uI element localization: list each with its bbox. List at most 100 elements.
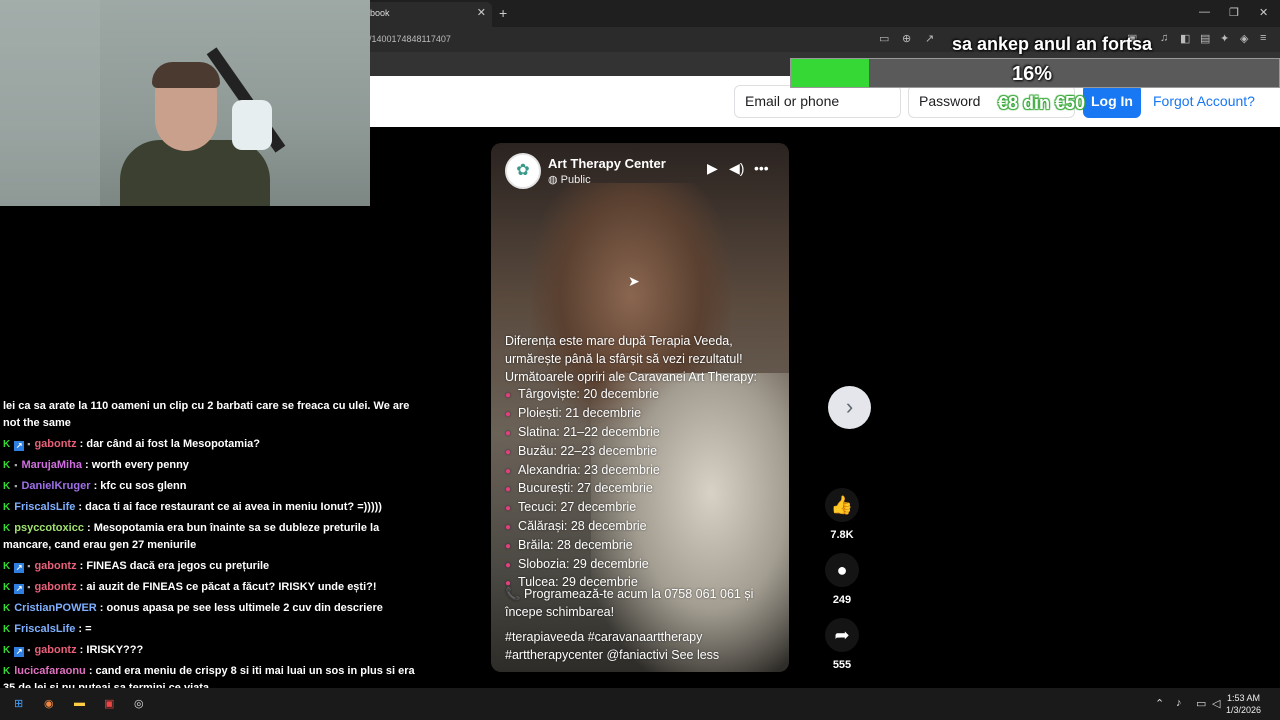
next-video-button[interactable]: ›	[828, 386, 871, 429]
chat-username[interactable]: gabontz	[34, 581, 76, 593]
gift-badge-icon: ▪	[27, 582, 31, 592]
shield-icon[interactable]: ◈	[1240, 32, 1248, 45]
chat-message-text: : oonus apasa pe see less ultimele 2 cuv…	[96, 602, 383, 614]
chat-message: K FriscalsLife : daca ti ai face restaura…	[3, 499, 429, 516]
tab-close-icon[interactable]: ✕	[477, 2, 486, 25]
chat-message-text: : IRISKY???	[76, 644, 144, 656]
comment-icon[interactable]: ●	[825, 553, 859, 587]
start-icon[interactable]: ⊞	[14, 697, 23, 710]
chat-username[interactable]: FriscalsLife	[14, 623, 75, 635]
tray-chevron-icon[interactable]: ⌃	[1155, 697, 1164, 710]
url-field[interactable]: /1400174848117407	[369, 34, 451, 44]
login-button[interactable]: Log In	[1083, 84, 1141, 118]
folder-icon[interactable]: ▬	[74, 697, 85, 709]
caravan-stop: ● București: 27 decembrie	[505, 480, 777, 499]
chat-username[interactable]: gabontz	[34, 438, 76, 450]
chat-username[interactable]: gabontz	[34, 560, 76, 572]
post-caption: Diferența este mare după Terapia Veeda, …	[505, 333, 777, 593]
location-pin-icon: ●	[505, 427, 512, 439]
like-action[interactable]: 👍 7.8K	[824, 488, 860, 541]
chrome-icon[interactable]: ◉	[44, 697, 54, 710]
chat-username[interactable]: DanielKruger	[21, 480, 90, 492]
ai-icon[interactable]: ✦	[1220, 32, 1229, 45]
browser-tab[interactable]: book ✕	[360, 2, 492, 27]
chat-message-text: : FINEAS dacă era jegos cu prețurile	[76, 560, 270, 572]
kick-badge-icon: K	[3, 582, 11, 593]
caravan-stop: ● Brăila: 28 decembrie	[505, 537, 777, 556]
share-action[interactable]: ➦ 555	[824, 618, 860, 671]
minimize-button[interactable]: —	[1199, 6, 1210, 18]
app-icon[interactable]: ▣	[104, 697, 114, 710]
mouse-cursor-icon: ➤	[628, 273, 640, 289]
kick-badge-icon: K	[3, 523, 11, 534]
email-field[interactable]: Email or phone	[734, 85, 901, 118]
wallet-icon[interactable]: ▤	[1200, 32, 1210, 45]
forgot-account-link[interactable]: Forgot Account?	[1153, 93, 1255, 109]
caravan-stop: ● Slatina: 21–22 decembrie	[505, 424, 777, 443]
subscriber-badge-icon: ↗	[14, 584, 25, 594]
cast-icon[interactable]: ▭	[879, 32, 889, 45]
chat-username[interactable]: CristianPOWER	[14, 602, 97, 614]
chat-username[interactable]: psyccotoxicc	[14, 522, 84, 534]
caravan-stop: ● Buzău: 22–23 decembrie	[505, 443, 777, 462]
caravan-stop: ● Târgoviște: 20 decembrie	[505, 386, 777, 405]
video-post[interactable]: ✿ Art Therapy Center ◍ Public ▶ ◀) ••• D…	[491, 143, 789, 672]
subscriber-badge-icon: ↗	[14, 647, 25, 657]
location-pin-icon: ●	[505, 559, 512, 571]
chat-message-text: : worth every penny	[81, 459, 189, 471]
gift-badge-icon: ▪	[14, 460, 18, 470]
speaker-icon[interactable]: ◁	[1212, 697, 1220, 710]
donation-progress-fill	[791, 59, 870, 87]
kick-badge-icon: K	[3, 603, 11, 614]
zoom-icon[interactable]: ⊕	[902, 32, 911, 45]
caravan-stop-text: Buzău: 22–23 decembrie	[518, 443, 658, 458]
microphone-tray-icon[interactable]: ♪	[1176, 697, 1182, 709]
more-options-icon[interactable]: •••	[754, 160, 769, 176]
chat-username[interactable]: FriscalsLife	[14, 501, 75, 513]
comment-count: 249	[832, 594, 852, 606]
webcam-feed	[0, 0, 370, 206]
menu-icon[interactable]: ≡	[1260, 32, 1266, 44]
share-arrow-icon[interactable]: ➦	[825, 618, 859, 652]
like-count: 7.8K	[830, 529, 854, 541]
location-pin-icon: ●	[505, 390, 512, 402]
kick-badge-icon: K	[3, 460, 11, 471]
volume-icon[interactable]: ◀)	[729, 160, 744, 177]
location-pin-icon: ●	[505, 540, 512, 552]
chat-username[interactable]: lucicafaraonu	[14, 665, 86, 677]
restore-button[interactable]: ❐	[1229, 6, 1239, 19]
share-icon[interactable]: ↗	[925, 32, 934, 45]
network-icon[interactable]: ▭	[1196, 697, 1206, 710]
chat-username[interactable]: MarujaMiha	[21, 459, 82, 471]
like-icon[interactable]: 👍	[825, 488, 859, 522]
kick-badge-icon: K	[3, 666, 11, 677]
play-icon[interactable]: ▶	[707, 160, 718, 177]
kick-badge-icon: K	[3, 645, 11, 656]
donation-amount: €8 din €50	[998, 93, 1086, 113]
clock-date: 1/3/2026	[1226, 705, 1262, 715]
location-pin-icon: ●	[505, 503, 512, 515]
new-tab-button[interactable]: +	[499, 5, 507, 21]
caption-tags[interactable]: #terapiaveeda #caravanaarttherapy #artth…	[505, 629, 777, 665]
music-icon[interactable]: ♫	[1160, 32, 1168, 44]
obs-icon[interactable]: ◎	[134, 697, 144, 710]
caravan-stop-text: București: 27 decembrie	[518, 481, 653, 496]
caravan-stops-list: ● Târgoviște: 20 decembrie ● Ploiești: 21 d…	[505, 386, 777, 593]
page-avatar[interactable]: ✿	[505, 153, 541, 189]
caption-cta: 📞 Programează-te acum la 0758 061 061 și…	[505, 587, 754, 619]
page-name[interactable]: Art Therapy Center	[548, 156, 666, 171]
close-window-button[interactable]: ✕	[1259, 6, 1268, 19]
chat-message-text: : =	[75, 623, 92, 635]
chat-username[interactable]: gabontz	[34, 644, 76, 656]
location-pin-icon: ●	[505, 446, 512, 458]
webcam-person-hair	[152, 62, 220, 88]
gift-badge-icon: ▪	[27, 439, 31, 449]
system-clock[interactable]: 1:53 AM 1/3/2026	[1226, 692, 1261, 716]
subscriber-badge-icon: ↗	[14, 563, 25, 573]
location-pin-icon: ●	[505, 465, 512, 477]
caravan-stop: ● Alexandria: 23 decembrie	[505, 462, 777, 481]
sidebar-icon[interactable]: ◧	[1180, 32, 1190, 45]
comment-action[interactable]: ● 249	[824, 553, 860, 606]
microphone	[232, 100, 272, 150]
chat-message-text: : kfc cu sos glenn	[90, 480, 187, 492]
